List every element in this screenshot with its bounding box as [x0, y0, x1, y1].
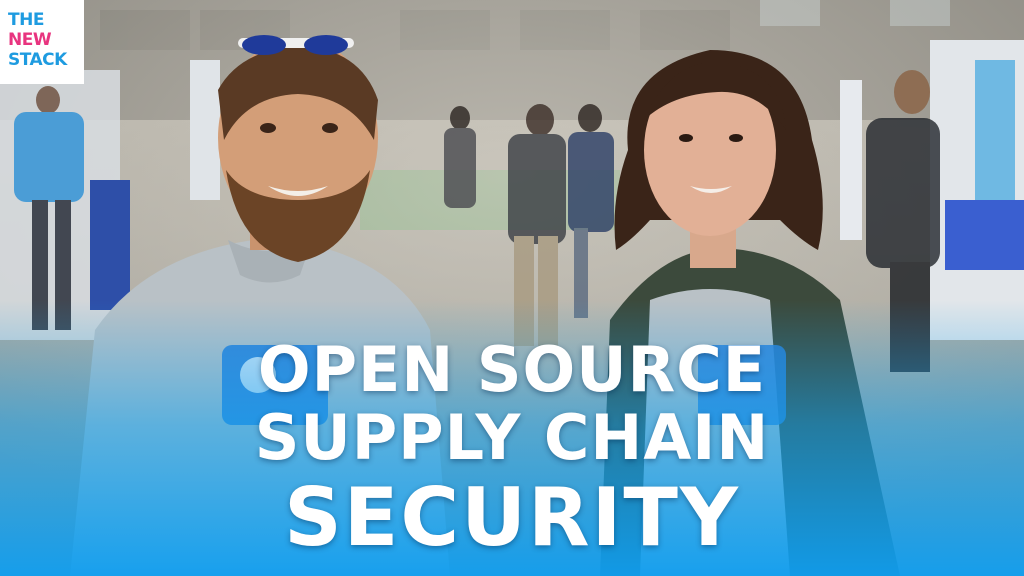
thumbnail-frame: THE NEW STACK OPEN SOURCE SUPPLY CHAIN S… — [0, 0, 1024, 576]
logo-line-3: STACK — [8, 50, 67, 70]
headline-line-3: SECURITY — [284, 471, 740, 564]
logo-line-2: NEW — [8, 30, 52, 50]
headline-line-1: OPEN SOURCE — [257, 333, 767, 406]
headline-line-2: SUPPLY CHAIN — [254, 401, 770, 474]
the-new-stack-logo: THE NEW STACK — [0, 0, 84, 84]
logo-line-1: THE — [8, 10, 44, 30]
